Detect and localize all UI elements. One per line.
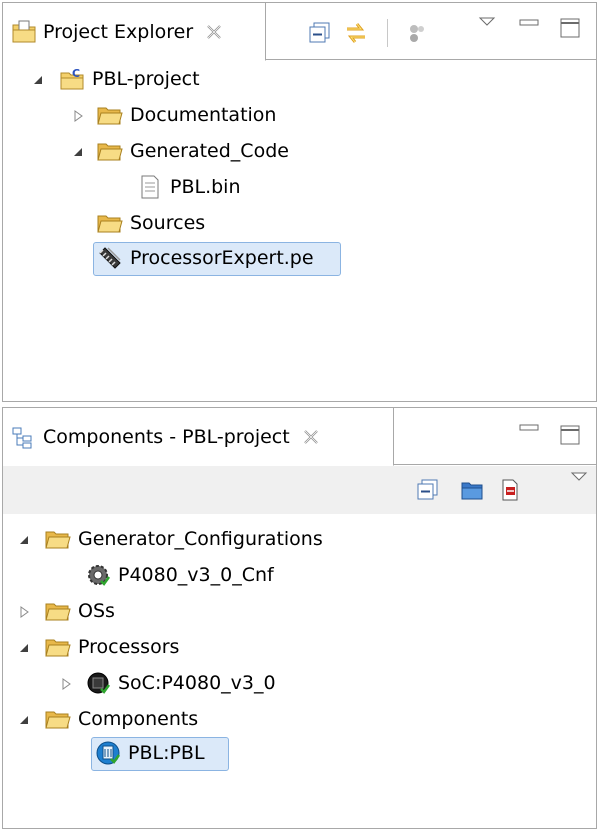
components-view-icon [11,424,37,450]
collapse-all-icon[interactable] [416,478,440,502]
gear-config-icon [85,562,111,588]
components-tabbar: Components - PBL-project [3,408,596,466]
tree-item-components[interactable]: Components [45,702,198,736]
project-explorer-view: Project Explorer C PBL-project Documenta… [2,2,597,402]
filter-icon[interactable] [405,21,429,45]
collapsed-arrow-icon[interactable] [59,677,73,691]
tree-item-pbl-project[interactable]: C PBL-project [59,62,200,96]
tree-item-documentation[interactable]: Documentation [97,98,276,132]
components-view: Components - PBL-project Generator_Confi… [2,407,597,829]
components-tree: Generator_Configurations P4080_v3_0_Cnf [3,514,596,826]
tree-item-pbl-pbl[interactable]: PBL:PBL [95,736,205,770]
folder-icon [97,138,123,164]
maximize-icon[interactable] [559,424,583,448]
expanded-arrow-icon[interactable] [71,145,85,159]
expanded-arrow-icon[interactable] [17,713,31,727]
toolbar-separator [387,19,388,47]
processor-expert-icon [97,245,123,271]
view-menu-icon[interactable] [477,13,501,37]
link-with-editor-icon[interactable] [344,21,368,45]
project-explorer-icon [11,19,37,45]
c-project-icon: C [59,66,85,92]
tree-item-oss[interactable]: OSs [45,594,115,628]
tree-item-p4080-cnf[interactable]: P4080_v3_0_Cnf [85,558,274,592]
file-icon [137,174,163,200]
export-icon[interactable] [498,478,522,502]
collapsed-arrow-icon[interactable] [17,605,31,619]
tab-label: Project Explorer [43,20,194,43]
tree-item-soc-p4080[interactable]: SoC:P4080_v3_0 [85,666,276,700]
svg-text:C: C [72,67,80,80]
minimize-icon[interactable] [518,418,542,442]
close-icon[interactable] [205,23,223,41]
tab-project-explorer[interactable]: Project Explorer [3,3,266,61]
folder-icon [45,634,71,660]
project-explorer-tabbar: Project Explorer [3,3,596,61]
tab-label: Components - PBL-project [43,425,290,448]
component-icon [95,740,121,766]
folder-icon [45,706,71,732]
chip-icon [85,670,111,696]
expanded-arrow-icon[interactable] [17,641,31,655]
tab-components[interactable]: Components - PBL-project [3,408,394,466]
minimize-icon[interactable] [518,13,542,37]
tree-item-processorexpert-pe[interactable]: ProcessorExpert.pe [97,241,314,275]
tree-item-sources[interactable]: Sources [97,206,205,240]
maximize-icon[interactable] [559,17,583,41]
expanded-arrow-icon[interactable] [31,73,45,87]
tree-item-generated-code[interactable]: Generated_Code [97,134,289,168]
collapse-all-icon[interactable] [308,21,332,45]
project-tree: C PBL-project Documentation Generated_Co… [3,60,596,400]
folder-icon [97,210,123,236]
tree-item-generator-configurations[interactable]: Generator_Configurations [45,522,323,556]
folder-view-icon[interactable] [460,478,484,502]
tree-item-pbl-bin[interactable]: PBL.bin [137,170,241,204]
close-icon[interactable] [302,428,320,446]
view-menu-icon[interactable] [569,468,593,492]
components-toolbar [3,466,596,514]
folder-icon [45,526,71,552]
expanded-arrow-icon[interactable] [17,533,31,547]
collapsed-arrow-icon[interactable] [71,109,85,123]
folder-icon [45,598,71,624]
folder-icon [97,102,123,128]
tree-item-processors[interactable]: Processors [45,630,179,664]
